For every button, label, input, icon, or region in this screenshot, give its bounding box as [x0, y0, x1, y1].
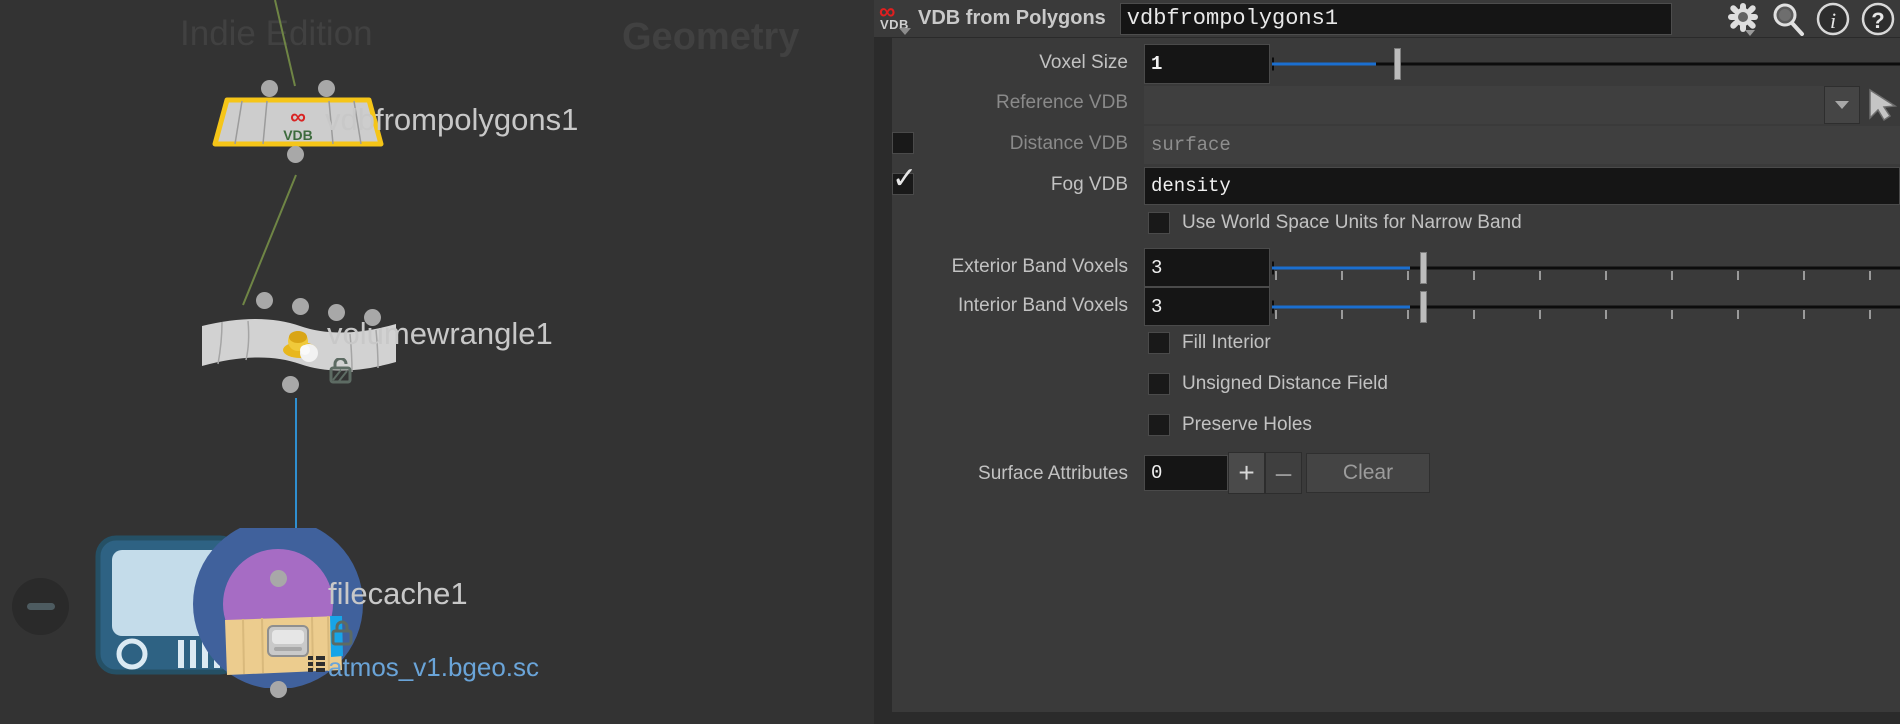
param-label-preserveholes: Preserve Holes: [1182, 414, 1312, 435]
network-editor-pane[interactable]: Indie Edition Geometry ∞ VDB vdbfrompoly…: [0, 0, 874, 724]
add-surface-attribute-button[interactable]: +: [1228, 452, 1265, 494]
node-output-connector[interactable]: [282, 376, 299, 393]
param-row-referencevdb: Reference VDB: [892, 84, 1900, 124]
distance-vdb-input[interactable]: surface: [1144, 126, 1900, 164]
node-name-label: filecache1: [328, 576, 468, 611]
node-name-label: vdbfrompolygons1: [325, 102, 579, 137]
interior-band-input[interactable]: 3: [1144, 287, 1270, 326]
param-label-fogvdb: Fog VDB: [1050, 174, 1128, 195]
param-label-unsigneddistancefield: Unsigned Distance Field: [1182, 373, 1388, 394]
chevron-down-icon: [1835, 101, 1849, 109]
svg-text:∞: ∞: [290, 104, 306, 129]
slider-handle[interactable]: [1419, 290, 1427, 323]
node-name-label: volumewrangle1: [327, 316, 553, 351]
slider-handle[interactable]: [1394, 48, 1402, 80]
lock-icon[interactable]: [330, 620, 354, 646]
parameter-list: Voxel Size 1 Reference VDB Distance VDB …: [892, 44, 1900, 497]
param-label-worldspaceunits: Use World Space Units for Narrow Band: [1182, 212, 1522, 233]
param-label-distancevdb: Distance VDB: [1009, 133, 1128, 154]
param-row-distancevdb: Distance VDB surface: [892, 124, 1900, 165]
parameter-pane-bottom-bar: [874, 712, 1900, 724]
chevron-down-icon[interactable]: [899, 27, 911, 35]
node-name-input[interactable]: vdbfrompolygons1: [1119, 2, 1672, 35]
info-icon[interactable]: i: [1810, 0, 1855, 38]
param-row-unsigneddistancefield: Unsigned Distance Field: [892, 367, 1900, 408]
node-output-connector[interactable]: [287, 146, 304, 163]
minus-circle-icon[interactable]: [12, 578, 69, 635]
preserve-holes-checkbox[interactable]: [1148, 414, 1170, 436]
param-row-surfaceattributes: Surface Attributes 0 + – Clear: [892, 449, 1900, 497]
param-label-referencevdb: Reference VDB: [995, 92, 1128, 113]
unlock-icon[interactable]: [328, 358, 354, 384]
slider-fill: [1272, 62, 1376, 66]
vdb-openvdb-icon[interactable]: ∞ VDB: [876, 0, 914, 38]
svg-text:?: ?: [1871, 8, 1884, 33]
param-row-fillinterior: Fill Interior: [892, 326, 1900, 367]
slider-fill: [1272, 266, 1411, 269]
node-type-label: VDB from Polygons: [918, 7, 1106, 29]
svg-text:i: i: [1829, 8, 1835, 33]
world-space-units-checkbox[interactable]: [1148, 212, 1170, 234]
node-output-connector[interactable]: [270, 681, 287, 698]
gear-icon[interactable]: [1720, 0, 1765, 38]
param-label-interiorband: Interior Band Voxels: [957, 295, 1128, 316]
clear-surface-attributes-button[interactable]: Clear: [1306, 453, 1430, 493]
reference-vdb-menu-button[interactable]: [1824, 86, 1860, 124]
parameter-pane: ∞ VDB VDB from Polygons vdbfrompolygons1: [874, 0, 1900, 724]
parameter-pane-header: ∞ VDB VDB from Polygons vdbfrompolygons1: [874, 0, 1900, 38]
help-icon[interactable]: ?: [1855, 0, 1900, 38]
slider-fill: [1272, 305, 1411, 308]
param-row-preserveholes: Preserve Holes: [892, 408, 1900, 449]
slider-handle[interactable]: [1419, 251, 1427, 284]
node-picker-arrow-icon[interactable]: [1866, 88, 1900, 122]
node-input-connector[interactable]: [256, 292, 273, 309]
parameter-pane-gutter: [874, 38, 892, 724]
param-label-surfaceattributes: Surface Attributes: [978, 463, 1128, 484]
node-input-connector[interactable]: [270, 570, 287, 587]
surface-attributes-count-input[interactable]: 0: [1144, 455, 1228, 491]
svg-text:VDB: VDB: [283, 127, 313, 143]
remove-surface-attribute-button[interactable]: –: [1265, 452, 1302, 494]
param-label-exteriorband: Exterior Band Voxels: [951, 256, 1128, 277]
param-row-exteriorband: Exterior Band Voxels 3: [892, 248, 1900, 287]
interior-band-slider[interactable]: [1272, 287, 1900, 326]
param-label-voxelsize: Voxel Size: [1039, 52, 1128, 73]
fog-vdb-input[interactable]: density: [1144, 167, 1900, 205]
reference-vdb-input[interactable]: [1144, 86, 1824, 124]
voxel-size-slider[interactable]: [1272, 44, 1900, 84]
node-file-label: atmos_v1.bgeo.sc: [328, 652, 540, 682]
voxel-size-input[interactable]: 1: [1144, 44, 1270, 84]
param-row-fogvdb: ✓ Fog VDB density: [892, 164, 1900, 206]
search-icon[interactable]: [1765, 0, 1810, 38]
exterior-band-input[interactable]: 3: [1144, 248, 1270, 287]
param-row-voxelsize: Voxel Size 1: [892, 44, 1900, 84]
param-row-worldspaceunits: Use World Space Units for Narrow Band: [892, 206, 1900, 248]
exterior-band-slider[interactable]: [1272, 248, 1900, 287]
unsigned-distance-field-checkbox[interactable]: [1148, 373, 1170, 395]
param-label-fillinterior: Fill Interior: [1182, 332, 1271, 353]
fill-interior-checkbox[interactable]: [1148, 332, 1170, 354]
minus-glyph: [26, 603, 55, 610]
param-row-interiorband: Interior Band Voxels 3: [892, 287, 1900, 326]
